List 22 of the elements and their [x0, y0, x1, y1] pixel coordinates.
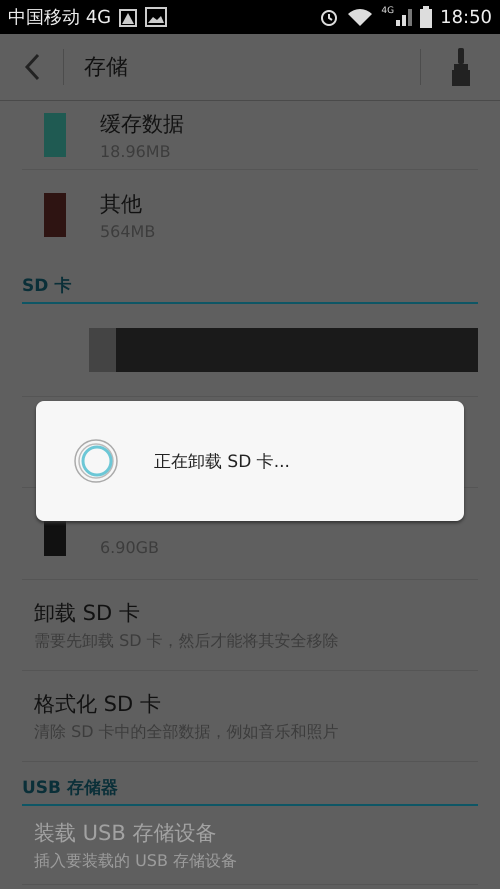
clock: 18:50 [440, 6, 492, 28]
back-icon [24, 53, 40, 81]
brush-icon [450, 48, 472, 86]
spinner-icon [72, 437, 120, 485]
dialog-message: 正在卸载 SD 卡... [154, 450, 290, 472]
wifi-icon [347, 7, 374, 27]
item-title: 卸载 SD 卡 [34, 600, 141, 626]
network-type: 4G [381, 6, 394, 16]
carrier-name: 中国移动 4G [8, 6, 112, 29]
screen-title: 存储 [84, 54, 129, 82]
image-icon [145, 7, 168, 27]
section-header: USB 存储器 [22, 776, 478, 806]
item-title: 装载 USB 存储设备 [34, 820, 218, 846]
item-title: 缓存数据 [100, 110, 184, 138]
item-title: 格式化 SD 卡 [34, 690, 162, 718]
warning-icon [119, 7, 138, 27]
alarm-icon [319, 7, 340, 27]
signal-icon [396, 7, 412, 27]
battery-icon [420, 6, 432, 28]
section-header: SD 卡 [22, 274, 478, 304]
item-description: 插入要装载的 USB 存储设备 [34, 850, 238, 872]
item-title: 其他 [100, 190, 143, 218]
